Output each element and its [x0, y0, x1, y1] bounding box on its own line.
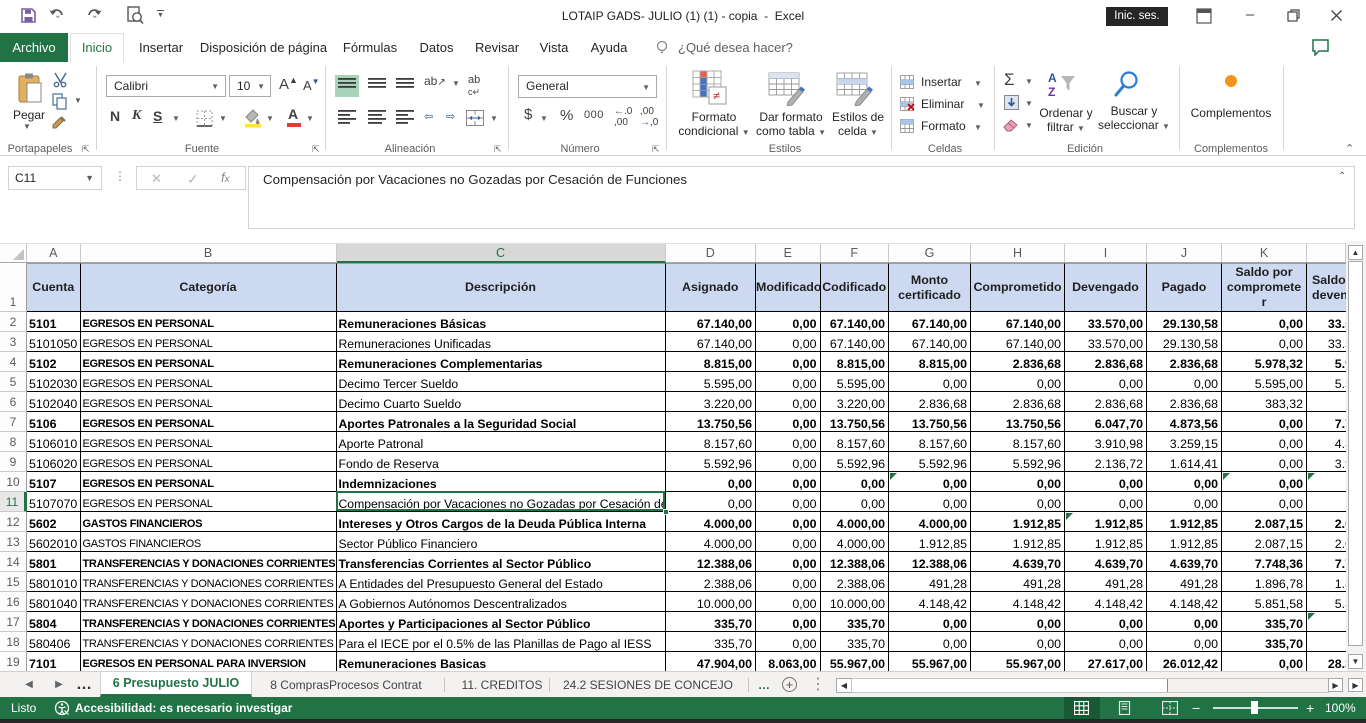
- svg-text:A: A: [1048, 71, 1057, 85]
- svg-text:Z: Z: [1048, 85, 1055, 99]
- svg-text:≠: ≠: [713, 88, 720, 103]
